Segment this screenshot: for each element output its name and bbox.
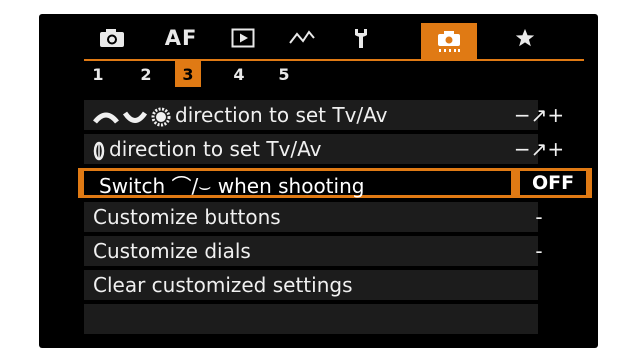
menu-item-switch-dials[interactable]: Switch ⌒/⌣ when shooting OFF bbox=[78, 168, 592, 198]
custom-functions-icon bbox=[438, 31, 460, 52]
menu-item-label: direction to set Tv/Av bbox=[93, 134, 322, 164]
control-ring-icon bbox=[151, 107, 171, 126]
playback-icon bbox=[231, 28, 255, 47]
page-5[interactable]: 5 bbox=[271, 61, 297, 87]
menu-item-value: - bbox=[535, 205, 543, 229]
menu-item-dial-direction[interactable]: direction to set Tv/Av −↗+ bbox=[84, 100, 564, 130]
control-dial-icon bbox=[93, 141, 105, 160]
menu-item-value: OFF bbox=[520, 171, 586, 195]
menu-item-label: direction to set Tv/Av bbox=[93, 100, 388, 130]
page-4[interactable]: 4 bbox=[226, 61, 252, 87]
wireless-icon bbox=[289, 29, 315, 44]
menu-item-empty bbox=[84, 304, 538, 334]
menu-item-value bbox=[504, 270, 574, 300]
page-1-label: 1 bbox=[92, 64, 104, 84]
menu-item-text: direction to set Tv/Av bbox=[109, 137, 322, 161]
tab-af-label: AF bbox=[164, 25, 198, 50]
main-dial-icon bbox=[93, 112, 119, 124]
menu-item-label: Customize buttons bbox=[93, 205, 281, 229]
page-3[interactable]: 3 bbox=[175, 61, 201, 87]
menu-item-customize-dials[interactable]: Customize dials - bbox=[84, 236, 543, 266]
menu-item-control-dial-direction[interactable]: direction to set Tv/Av −↗+ bbox=[84, 134, 564, 164]
quick-dial-icon bbox=[123, 111, 147, 123]
page-5-label: 5 bbox=[278, 64, 290, 84]
menu-item-value: −↗+ bbox=[513, 103, 565, 127]
menu-item-customize-buttons[interactable]: Customize buttons - bbox=[84, 202, 543, 232]
menu-item-clear-customized[interactable]: Clear customized settings bbox=[84, 270, 538, 300]
tab-my-menu[interactable] bbox=[497, 14, 553, 61]
tab-playback[interactable] bbox=[215, 14, 271, 61]
page-2-label: 2 bbox=[140, 64, 152, 84]
page-3-label: 3 bbox=[182, 64, 194, 84]
tab-setup[interactable] bbox=[333, 14, 389, 61]
wrench-icon bbox=[355, 28, 367, 48]
tab-af[interactable]: AF bbox=[153, 14, 209, 61]
page-1[interactable]: 1 bbox=[85, 61, 111, 87]
page-4-label: 4 bbox=[233, 64, 245, 84]
tab-wireless[interactable] bbox=[274, 14, 330, 61]
star-icon bbox=[515, 28, 535, 46]
menu-item-label: Customize dials bbox=[93, 239, 251, 263]
menu-item-value: −↗+ bbox=[513, 137, 565, 161]
selection-highlight: Switch ⌒/⌣ when shooting bbox=[84, 171, 511, 198]
tab-custom-functions[interactable] bbox=[421, 23, 477, 61]
camera-menu-screen: AF 1 2 3 4 5 direction to set Tv/Av −↗+ … bbox=[39, 14, 598, 348]
tab-shooting[interactable] bbox=[84, 14, 140, 61]
menu-item-label: Clear customized settings bbox=[93, 273, 353, 297]
camera-icon bbox=[100, 28, 124, 47]
page-selector: 1 2 3 4 5 bbox=[39, 61, 598, 94]
menu-item-label: Switch ⌒/⌣ when shooting bbox=[99, 174, 365, 198]
menu-item-value: - bbox=[535, 239, 543, 263]
menu-item-text: direction to set Tv/Av bbox=[175, 103, 388, 127]
page-2[interactable]: 2 bbox=[133, 61, 159, 87]
menu-tab-bar: AF bbox=[39, 14, 598, 61]
